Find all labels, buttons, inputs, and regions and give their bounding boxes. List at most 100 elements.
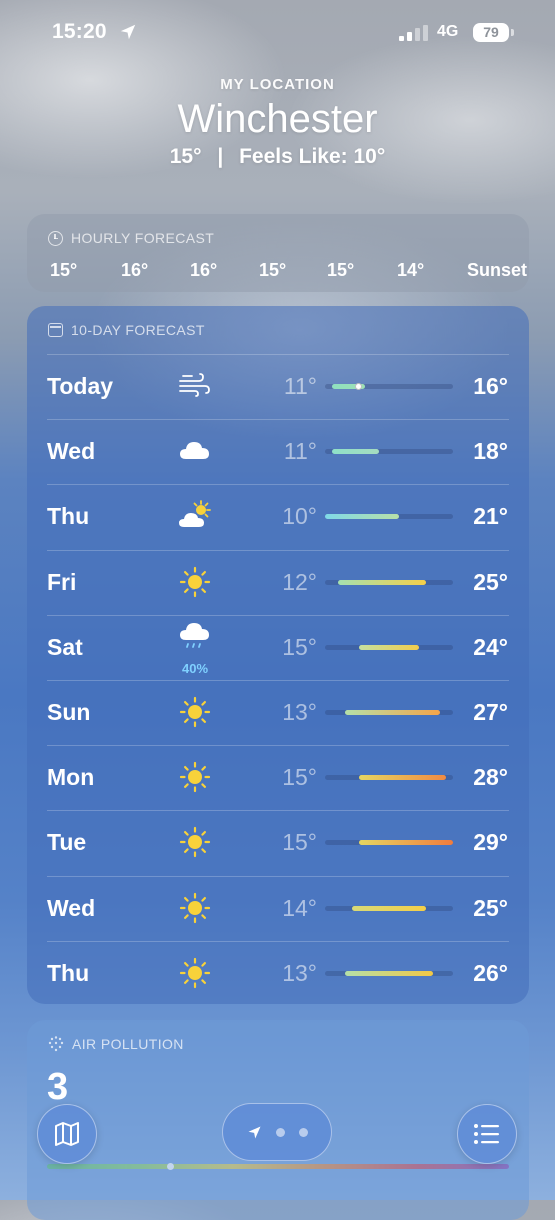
forecast-row[interactable]: Sat 40% 15° 24° xyxy=(27,614,529,680)
calendar-icon xyxy=(48,323,63,337)
city-name: Winchester xyxy=(177,97,378,141)
air-pollution-header: AIR POLLUTION xyxy=(48,1036,184,1052)
low-temperature: 11° xyxy=(283,373,317,399)
air-pollution-indicator xyxy=(167,1163,174,1170)
forecast-row[interactable]: Thu 13° 26° xyxy=(27,940,529,1006)
temperature-range-bar xyxy=(325,840,453,846)
page-dot[interactable] xyxy=(298,1127,308,1137)
air-pollution-scale xyxy=(47,1163,509,1170)
status-time: 15:20 xyxy=(52,20,107,43)
low-temperature: 15° xyxy=(282,764,317,791)
temperature-range-fill xyxy=(351,905,427,911)
hourly-item: 14° xyxy=(397,260,425,280)
page-dot[interactable] xyxy=(275,1127,285,1137)
forecast-row[interactable]: Fri 12° 25° xyxy=(27,549,529,615)
signal-icon xyxy=(399,25,428,41)
forecast-row[interactable]: Mon 15° 28° xyxy=(27,745,529,810)
hourly-item: 15° xyxy=(327,260,355,280)
low-temperature: 12° xyxy=(282,568,317,595)
hourly-forecast-title: HOURLY FORECAST xyxy=(71,230,215,246)
my-location-label: MY LOCATION xyxy=(220,76,335,93)
hourly-item: 15° xyxy=(259,260,287,280)
forecast-day: Sun xyxy=(47,699,91,725)
forecast-row[interactable]: Sun 13° 27° xyxy=(27,680,529,745)
battery-cap xyxy=(511,29,514,36)
list-icon xyxy=(474,1124,499,1144)
high-temperature: 21° xyxy=(473,503,508,530)
high-temperature: 25° xyxy=(473,894,508,921)
temperature-range-bar xyxy=(325,905,453,911)
forecast-row[interactable]: Today 11° 16° xyxy=(27,354,529,419)
network-type: 4G xyxy=(437,23,459,40)
forecast-day: Fri xyxy=(47,568,77,595)
location-list-button[interactable] xyxy=(457,1104,517,1164)
location-header: MY LOCATION Winchester 15° | Feels Like:… xyxy=(0,76,555,169)
clock-icon xyxy=(48,230,63,246)
high-temperature: 27° xyxy=(473,699,508,725)
hourly-item: 16° xyxy=(121,260,149,280)
forecast-day: Tue xyxy=(47,829,87,856)
air-pollution-title: AIR POLLUTION xyxy=(72,1036,184,1052)
temperature-range-bar xyxy=(325,579,453,585)
temperature-range-bar xyxy=(325,449,453,455)
separator: | xyxy=(217,145,224,168)
status-bar: 15:20 4G 79 xyxy=(0,0,555,66)
wind-icon xyxy=(177,368,213,404)
high-temperature: 28° xyxy=(473,764,508,791)
temperature-summary: 15° | Feels Like: 10° xyxy=(0,145,555,169)
cloud-icon xyxy=(177,433,213,469)
feels-like: Feels Like: 10° xyxy=(239,145,386,168)
sun-icon xyxy=(177,759,213,795)
forecast-day: Mon xyxy=(47,764,95,791)
battery-icon: 79 xyxy=(473,23,509,42)
air-quality-icon xyxy=(48,1036,64,1052)
current-temperature: 15° xyxy=(169,145,202,168)
hourly-forecast-card[interactable]: HOURLY FORECAST 15° 16° 16° 15° 15° 14° … xyxy=(27,214,529,292)
precipitation-chance: 40% xyxy=(181,660,209,676)
forecast-day: Thu xyxy=(47,503,90,530)
temperature-range-bar xyxy=(325,710,453,715)
high-temperature: 26° xyxy=(473,959,508,986)
forecast-row[interactable]: Wed 14° 25° xyxy=(27,875,529,941)
temperature-range-fill xyxy=(325,514,400,520)
air-pollution-value: 3 xyxy=(47,1066,69,1108)
low-temperature: 15° xyxy=(282,829,317,856)
high-temperature: 24° xyxy=(473,633,508,660)
low-temperature: 13° xyxy=(282,959,317,986)
temperature-range-fill xyxy=(345,710,440,715)
map-button[interactable] xyxy=(37,1104,97,1164)
temperature-range-fill xyxy=(338,579,427,585)
ten-day-forecast-title: 10-DAY FORECAST xyxy=(71,322,205,338)
hourly-item: 15° xyxy=(50,260,78,280)
partly-sunny-icon xyxy=(177,498,213,534)
low-temperature: 15° xyxy=(282,633,317,660)
forecast-day: Sat xyxy=(47,633,83,660)
ten-day-forecast-card[interactable]: 10-DAY FORECAST Today 11° 16° Wed 11° 18° Thu 1… xyxy=(27,306,529,1004)
temperature-range-fill xyxy=(358,775,447,781)
forecast-day: Wed xyxy=(47,438,96,465)
page-indicator[interactable] xyxy=(222,1103,332,1161)
sun-icon xyxy=(177,955,213,991)
low-temperature: 10° xyxy=(282,503,317,530)
location-arrow-icon xyxy=(248,1126,260,1138)
temperature-range-fill xyxy=(345,970,433,976)
location-arrow-icon xyxy=(120,24,136,40)
high-temperature: 18° xyxy=(473,438,508,465)
forecast-day: Thu xyxy=(47,959,90,986)
temperature-range-fill xyxy=(331,449,379,455)
hourly-forecast-header: HOURLY FORECAST xyxy=(48,230,214,246)
rain-icon xyxy=(177,619,213,655)
forecast-row[interactable]: Wed 11° 18° xyxy=(27,419,529,484)
temperature-range-fill xyxy=(358,644,420,650)
map-icon xyxy=(55,1122,79,1146)
temperature-range-bar xyxy=(325,383,453,390)
low-temperature: 13° xyxy=(282,699,317,725)
high-temperature: 16° xyxy=(473,373,508,399)
temperature-range-bar xyxy=(325,644,453,650)
temperature-range-bar xyxy=(325,970,453,976)
forecast-row[interactable]: Thu 10° 21° xyxy=(27,484,529,549)
sun-icon xyxy=(177,824,213,860)
forecast-row[interactable]: Tue 15° 29° xyxy=(27,810,529,875)
low-temperature: 11° xyxy=(283,438,317,465)
low-temperature: 14° xyxy=(282,894,317,921)
